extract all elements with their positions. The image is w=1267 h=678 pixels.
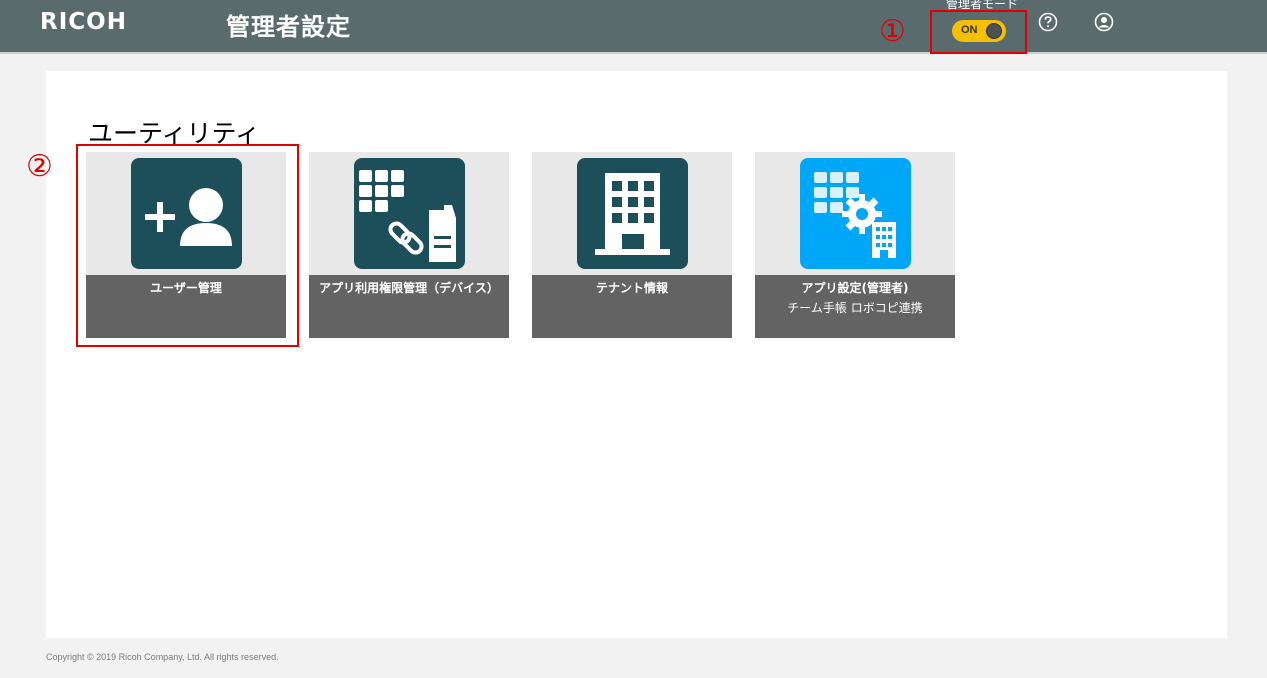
tile-user-management[interactable]: ユーザー管理 — [86, 152, 286, 338]
tile-label: テナント情報 — [532, 275, 732, 338]
tile-label-text: テナント情報 — [595, 281, 668, 295]
tile-label-text: アプリ利用権限管理（デバイス） — [319, 281, 499, 295]
app-device-link-icon — [354, 158, 465, 269]
tile-app-permission-device[interactable]: アプリ利用権限管理（デバイス） — [309, 152, 509, 338]
help-button[interactable] — [1037, 11, 1059, 33]
annotation-marker-2: ② — [26, 149, 53, 184]
tile-app-settings-admin[interactable]: アプリ設定(管理者) チーム手帳 ロボコピ連携 — [755, 152, 955, 338]
copyright-footer: Copyright © 2019 Ricoh Company, Ltd. All… — [46, 652, 279, 662]
app-settings-icon — [800, 158, 911, 269]
ricoh-logo: RICOH — [40, 9, 127, 35]
question-circle-icon — [1038, 12, 1058, 32]
top-bar: RICOH 管理者設定 管理者モード ON — [0, 0, 1267, 54]
user-circle-icon — [1094, 12, 1114, 32]
tile-label-text: アプリ設定(管理者) — [801, 281, 909, 295]
tile-sublabel-text: チーム手帳 ロボコピ連携 — [787, 301, 923, 315]
building-icon — [577, 158, 688, 269]
annotation-marker-1: ① — [879, 14, 906, 49]
add-user-icon — [131, 158, 242, 269]
tile-label: アプリ利用権限管理（デバイス） — [309, 275, 509, 338]
tile-tenant-info[interactable]: テナント情報 — [532, 152, 732, 338]
account-button[interactable] — [1093, 11, 1115, 33]
tile-label: ユーザー管理 — [86, 275, 286, 338]
tile-label-text: ユーザー管理 — [150, 281, 222, 295]
page-title: 管理者設定 — [226, 13, 351, 41]
tile-label: アプリ設定(管理者) チーム手帳 ロボコピ連携 — [755, 275, 955, 338]
annotation-highlight-toggle — [930, 10, 1027, 54]
